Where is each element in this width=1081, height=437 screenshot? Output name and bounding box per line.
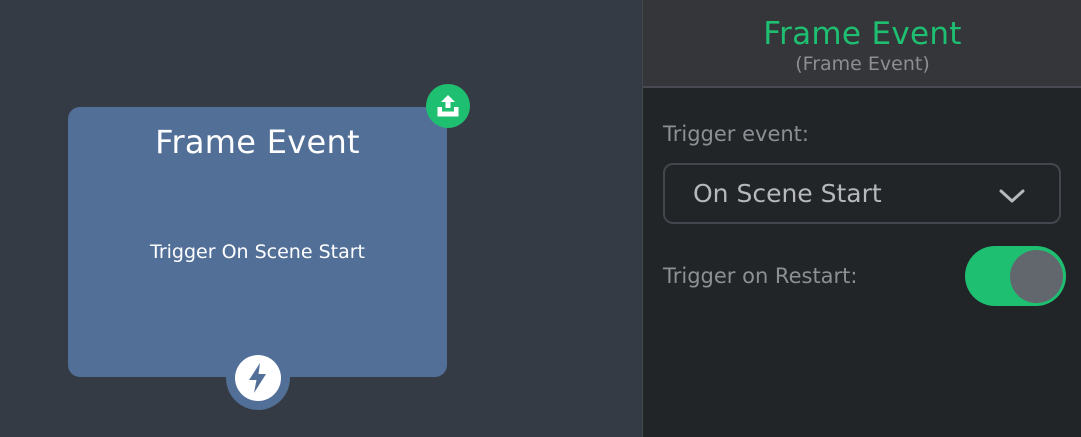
trigger-event-dropdown[interactable]: On Scene Start — [663, 163, 1061, 224]
lightning-bolt-icon — [249, 363, 266, 393]
output-port-button[interactable] — [426, 84, 470, 128]
toggle-knob — [1010, 250, 1063, 303]
trigger-event-label: Trigger event: — [663, 122, 809, 146]
upload-tray-icon — [437, 95, 459, 117]
trigger-on-restart-label: Trigger on Restart: — [663, 264, 858, 288]
trigger-event-value: On Scene Start — [693, 179, 882, 208]
properties-panel: Frame Event (Frame Event) Trigger event:… — [642, 0, 1081, 437]
trigger-port-inner — [235, 355, 281, 401]
panel-title: Frame Event — [763, 16, 962, 52]
frame-event-node[interactable]: Frame Event Trigger On Scene Start — [68, 107, 447, 377]
trigger-on-restart-toggle[interactable] — [965, 246, 1066, 306]
app-window: Frame Event Trigger On Scene Start Frame… — [0, 0, 1081, 437]
trigger-port-button[interactable] — [226, 346, 290, 410]
node-description: Trigger On Scene Start — [150, 241, 365, 263]
node-title: Frame Event — [155, 123, 360, 161]
panel-header: Frame Event (Frame Event) — [643, 0, 1081, 88]
chevron-down-icon — [999, 189, 1025, 203]
graph-canvas[interactable]: Frame Event Trigger On Scene Start — [0, 0, 642, 437]
panel-subtitle: (Frame Event) — [795, 53, 930, 75]
